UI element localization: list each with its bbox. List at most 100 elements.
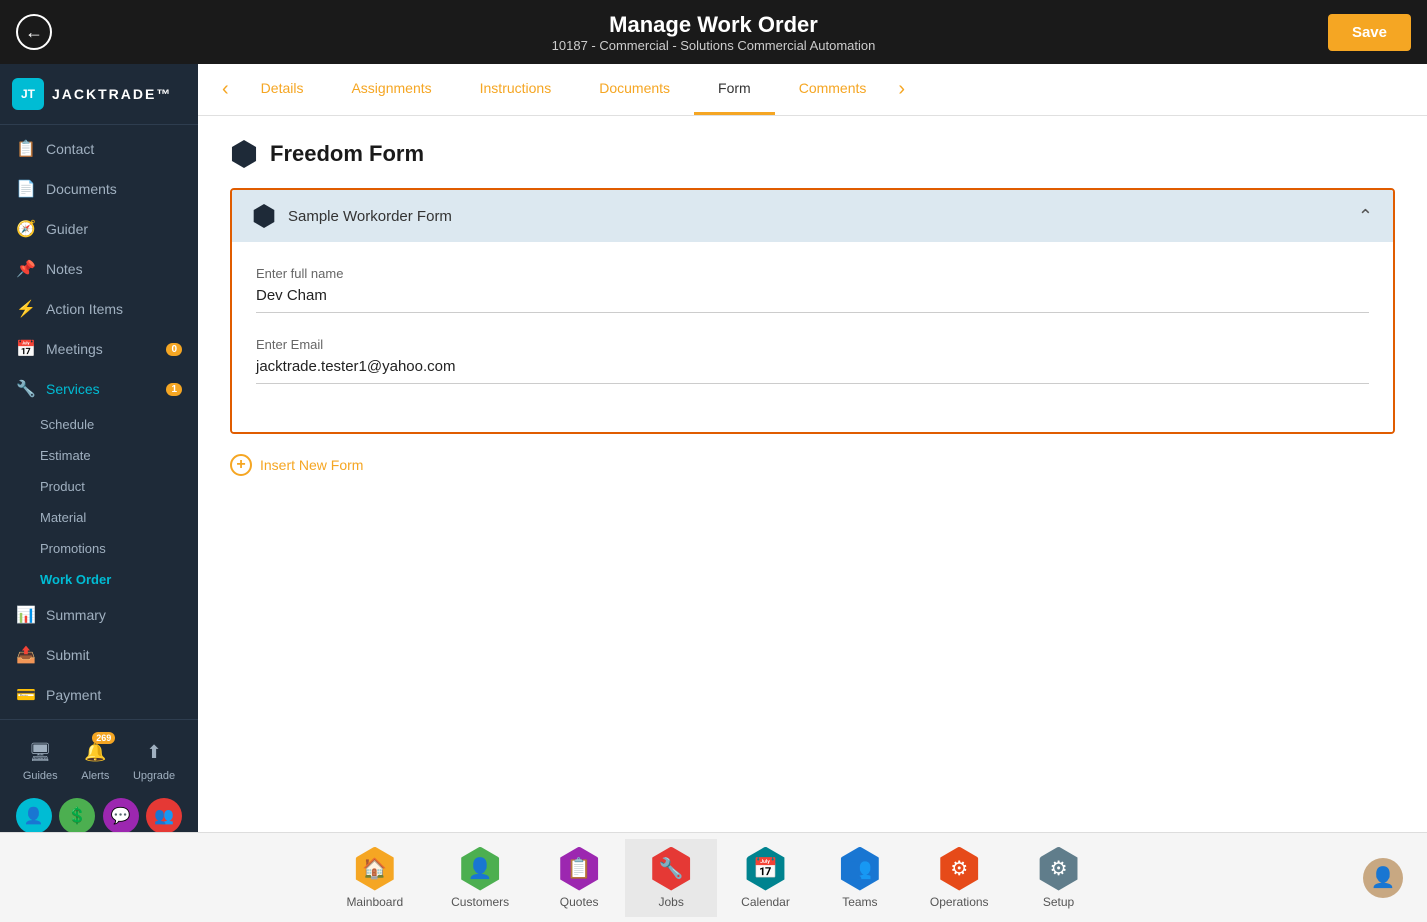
bottom-nav: 🏠 Mainboard 👤 Customers 📋 Quotes 🔧 Jobs …	[0, 832, 1427, 922]
sidebar-item-label: Notes	[46, 261, 83, 277]
full-name-value[interactable]: Dev Cham	[256, 287, 1369, 313]
bottom-nav-calendar[interactable]: 📅 Calendar	[717, 839, 814, 917]
sidebar-bottom-icons: 🖥 Guides 🔔 269 Alerts ⬆ Upgrade	[0, 728, 198, 790]
sidebar-item-label: Documents	[46, 181, 117, 197]
setup-icon: ⚙	[1037, 847, 1081, 891]
sidebar-item-action-items[interactable]: ⚡ Action Items	[0, 289, 198, 329]
sidebar-item-summary[interactable]: 📊 Summary	[0, 595, 198, 635]
form-title: Freedom Form	[230, 140, 1395, 168]
bottom-nav-teams[interactable]: 👥 Teams	[814, 839, 906, 917]
content-area: ‹ Details Assignments Instructions Docum…	[198, 64, 1427, 832]
form-field-email: Enter Email jacktrade.tester1@yahoo.com	[256, 337, 1369, 384]
sidebar-item-meetings[interactable]: 📅 Meetings 0	[0, 329, 198, 369]
sidebar-item-submit[interactable]: 📤 Submit	[0, 635, 198, 675]
email-label: Enter Email	[256, 337, 1369, 352]
collapse-button[interactable]: ⌃	[1358, 206, 1373, 227]
quotes-label: Quotes	[560, 895, 599, 909]
tab-next-button[interactable]: ›	[890, 78, 913, 101]
profile-avatar[interactable]: 👤	[1363, 858, 1403, 898]
sidebar-item-contact[interactable]: 📋 Contact	[0, 129, 198, 169]
submit-icon: 📤	[16, 645, 36, 665]
bottom-nav-quotes[interactable]: 📋 Quotes	[533, 839, 625, 917]
tab-details[interactable]: Details	[237, 64, 328, 115]
alerts-badge: 269	[92, 732, 115, 744]
setup-label: Setup	[1043, 895, 1074, 909]
sub-nav-product[interactable]: Product	[0, 471, 198, 502]
tab-bar: ‹ Details Assignments Instructions Docum…	[198, 64, 1427, 116]
alerts-button[interactable]: 🔔 269 Alerts	[79, 736, 111, 782]
sidebar-item-label: Guider	[46, 221, 88, 237]
upgrade-button[interactable]: ⬆ Upgrade	[133, 736, 175, 782]
notes-icon: 📌	[16, 259, 36, 279]
guides-button[interactable]: 🖥 Guides	[23, 736, 58, 782]
user-icon-chat[interactable]: 💬	[103, 798, 139, 832]
sidebar-item-label: Action Items	[46, 301, 123, 317]
payment-icon: 💳	[16, 685, 36, 705]
bottom-nav-mainboard[interactable]: 🏠 Mainboard	[322, 839, 427, 917]
form-card-hex-icon	[252, 204, 276, 228]
sidebar-item-services[interactable]: 🔧 Services 1	[0, 369, 198, 409]
alerts-label: Alerts	[81, 770, 109, 782]
bottom-nav-operations[interactable]: ⚙ Operations	[906, 839, 1013, 917]
teams-label: Teams	[842, 895, 877, 909]
sub-nav-schedule[interactable]: Schedule	[0, 409, 198, 440]
sidebar: JT JACKTRADE™ 📋 Contact 📄 Documents 🧭 Gu…	[0, 64, 198, 832]
services-icon: 🔧	[16, 379, 36, 399]
tab-documents[interactable]: Documents	[575, 64, 694, 115]
sidebar-item-payment[interactable]: 💳 Payment	[0, 675, 198, 715]
teams-icon: 👥	[838, 847, 882, 891]
form-heading: Freedom Form	[270, 141, 424, 167]
tab-form[interactable]: Form	[694, 64, 775, 115]
sidebar-item-notes[interactable]: 📌 Notes	[0, 249, 198, 289]
logo-text: JACKTRADE™	[52, 86, 172, 102]
alerts-icon: 🔔 269	[79, 736, 111, 768]
operations-label: Operations	[930, 895, 989, 909]
tab-instructions[interactable]: Instructions	[456, 64, 576, 115]
meetings-badge: 0	[166, 343, 182, 356]
main-layout: JT JACKTRADE™ 📋 Contact 📄 Documents 🧭 Gu…	[0, 64, 1427, 832]
bottom-nav-customers[interactable]: 👤 Customers	[427, 839, 533, 917]
sub-nav-work-order[interactable]: Work Order	[0, 564, 198, 595]
sub-nav-estimate[interactable]: Estimate	[0, 440, 198, 471]
guides-icon: 🖥	[24, 736, 56, 768]
email-value[interactable]: jacktrade.tester1@yahoo.com	[256, 358, 1369, 384]
insert-form-button[interactable]: + Insert New Form	[230, 454, 363, 476]
sidebar-item-label: Summary	[46, 607, 106, 623]
calendar-label: Calendar	[741, 895, 790, 909]
sidebar-item-guider[interactable]: 🧭 Guider	[0, 209, 198, 249]
contact-icon: 📋	[16, 139, 36, 159]
user-icon-dollar[interactable]: 💲	[59, 798, 95, 832]
tab-assignments[interactable]: Assignments	[327, 64, 455, 115]
meetings-icon: 📅	[16, 339, 36, 359]
back-button[interactable]: ←	[16, 14, 52, 50]
mainboard-icon: 🏠	[353, 847, 397, 891]
bottom-user-icons: 👤 💲 💬 👥	[0, 790, 198, 832]
save-button[interactable]: Save	[1328, 14, 1411, 51]
user-icon-person[interactable]: 👤	[16, 798, 52, 832]
upgrade-icon: ⬆	[138, 736, 170, 768]
form-card: Sample Workorder Form ⌃ Enter full name …	[230, 188, 1395, 434]
tab-prev-button[interactable]: ‹	[214, 78, 237, 101]
user-icon-group[interactable]: 👥	[146, 798, 182, 832]
sidebar-item-label: Contact	[46, 141, 94, 157]
sidebar-item-label: Payment	[46, 687, 101, 703]
bottom-nav-setup[interactable]: ⚙ Setup	[1013, 839, 1105, 917]
bottom-nav-jobs[interactable]: 🔧 Jobs	[625, 839, 717, 917]
sidebar-item-documents[interactable]: 📄 Documents	[0, 169, 198, 209]
form-card-title: Sample Workorder Form	[288, 208, 452, 225]
sidebar-bottom: 🖥 Guides 🔔 269 Alerts ⬆ Upgrade 👤 💲	[0, 719, 198, 832]
insert-circle-icon: +	[230, 454, 252, 476]
title-area: Manage Work Order 10187 - Commercial - S…	[552, 12, 876, 53]
tab-comments[interactable]: Comments	[775, 64, 891, 115]
page-title: Manage Work Order	[552, 12, 876, 38]
customers-label: Customers	[451, 895, 509, 909]
sidebar-item-label: Meetings	[46, 341, 103, 357]
action-items-icon: ⚡	[16, 299, 36, 319]
sub-nav-promotions[interactable]: Promotions	[0, 533, 198, 564]
full-name-label: Enter full name	[256, 266, 1369, 281]
documents-icon: 📄	[16, 179, 36, 199]
summary-icon: 📊	[16, 605, 36, 625]
sub-nav-material[interactable]: Material	[0, 502, 198, 533]
logo-icon: JT	[12, 78, 44, 110]
mainboard-label: Mainboard	[346, 895, 403, 909]
